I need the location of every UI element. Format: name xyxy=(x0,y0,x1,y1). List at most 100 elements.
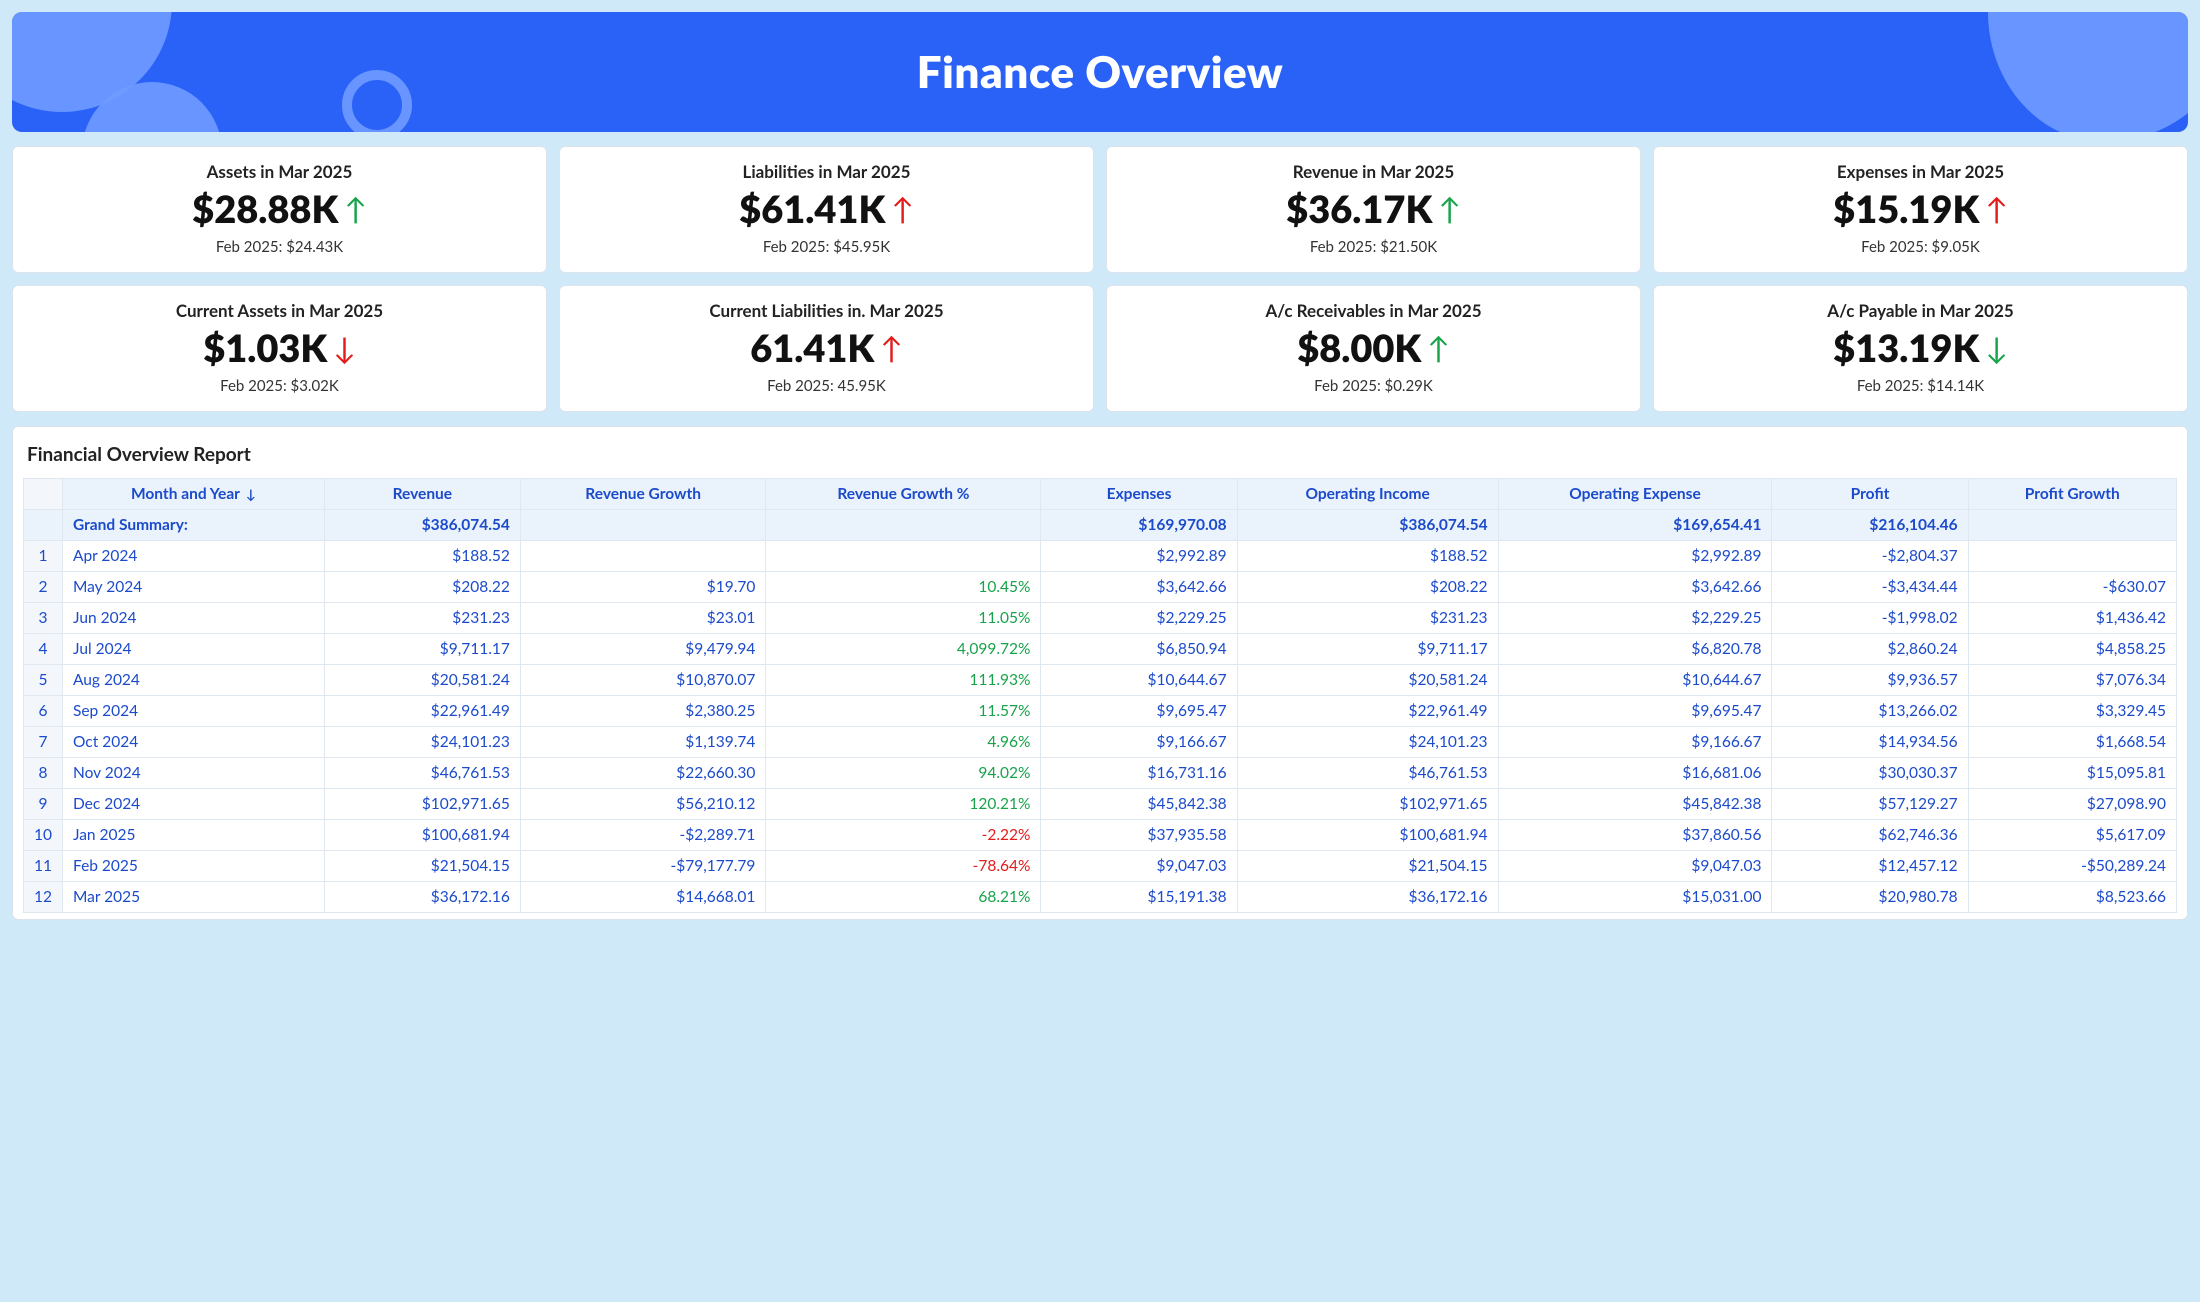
column-header[interactable]: Profit xyxy=(1772,479,1968,510)
kpi-card[interactable]: Current Liabilities in. Mar 202561.41K↑F… xyxy=(559,285,1094,412)
data-cell: $21,504.15 xyxy=(1237,851,1498,882)
table-row[interactable]: 4Jul 2024$9,711.17$9,479.944,099.72%$6,8… xyxy=(24,634,2177,665)
data-cell: $2,860.24 xyxy=(1772,634,1968,665)
kpi-card-label: Assets in Mar 2025 xyxy=(23,161,536,182)
row-number-cell xyxy=(24,510,63,541)
column-header[interactable]: Revenue Growth % xyxy=(766,479,1041,510)
data-cell: $3,329.45 xyxy=(1968,696,2176,727)
column-header-label: Profit Growth xyxy=(2025,485,2120,503)
kpi-card-prev: Feb 2025: $21.50K xyxy=(1117,238,1630,256)
data-cell xyxy=(520,541,765,572)
column-header[interactable]: Revenue xyxy=(324,479,520,510)
data-cell: $102,971.65 xyxy=(324,789,520,820)
data-cell: $9,711.17 xyxy=(324,634,520,665)
column-header[interactable]: Expenses xyxy=(1041,479,1237,510)
summary-cell xyxy=(520,510,765,541)
data-cell: $8,523.66 xyxy=(1968,882,2176,913)
table-row[interactable]: 3Jun 2024$231.23$23.0111.05%$2,229.25$23… xyxy=(24,603,2177,634)
page-title: Finance Overview xyxy=(917,46,1284,98)
kpi-card[interactable]: Current Assets in Mar 2025$1.03K↓Feb 202… xyxy=(12,285,547,412)
data-cell: $15,031.00 xyxy=(1498,882,1772,913)
kpi-card[interactable]: A/c Payable in Mar 2025$13.19K↓Feb 2025:… xyxy=(1653,285,2188,412)
column-header[interactable]: Month and Year↓ xyxy=(62,479,324,510)
data-cell: $21,504.15 xyxy=(324,851,520,882)
arrow-down-icon: ↓ xyxy=(1985,333,2008,363)
kpi-card-prev: Feb 2025: $24.43K xyxy=(23,238,536,256)
data-cell: $9,695.47 xyxy=(1498,696,1772,727)
column-header[interactable]: Operating Income xyxy=(1237,479,1498,510)
data-cell: $1,436.42 xyxy=(1968,603,2176,634)
report-table-scroll[interactable]: Month and Year↓Revenue Revenue Growth Reve… xyxy=(23,478,2177,913)
data-cell: $14,934.56 xyxy=(1772,727,1968,758)
table-row[interactable]: 11Feb 2025$21,504.15-$79,177.79-78.64%$9… xyxy=(24,851,2177,882)
kpi-card[interactable]: Revenue in Mar 2025$36.17K↑Feb 2025: $21… xyxy=(1106,146,1641,273)
kpi-card-prev: Feb 2025: 45.95K xyxy=(570,377,1083,395)
column-header[interactable]: Operating Expense xyxy=(1498,479,1772,510)
data-cell: $15,095.81 xyxy=(1968,758,2176,789)
data-cell: $23.01 xyxy=(520,603,765,634)
data-cell: $10,644.67 xyxy=(1041,665,1237,696)
data-cell: $57,129.27 xyxy=(1772,789,1968,820)
table-row[interactable]: 5Aug 2024$20,581.24$10,870.07111.93%$10,… xyxy=(24,665,2177,696)
row-number-cell: 10 xyxy=(24,820,63,851)
data-cell: $20,581.24 xyxy=(324,665,520,696)
data-cell: $2,229.25 xyxy=(1498,603,1772,634)
table-row[interactable]: 1Apr 2024$188.52$2,992.89$188.52$2,992.8… xyxy=(24,541,2177,572)
data-cell: $20,980.78 xyxy=(1772,882,1968,913)
data-cell: $10,644.67 xyxy=(1498,665,1772,696)
kpi-card-value: $36.17K↑ xyxy=(1286,190,1461,228)
column-header[interactable]: Profit Growth xyxy=(1968,479,2176,510)
kpi-card[interactable]: Assets in Mar 2025 $28.88K↑ Feb 2025: $24.… xyxy=(12,146,547,273)
table-row[interactable]: 2May 2024$208.22$19.7010.45%$3,642.66$20… xyxy=(24,572,2177,603)
column-header[interactable]: Revenue Growth xyxy=(520,479,765,510)
data-cell: $102,971.65 xyxy=(1237,789,1498,820)
month-cell: May 2024 xyxy=(62,572,324,603)
data-cell: -$1,998.02 xyxy=(1772,603,1968,634)
kpi-card-label: Liabilities in Mar 2025 xyxy=(570,161,1083,182)
kpi-card-label: A/c Receivables in Mar 2025 xyxy=(1117,300,1630,321)
data-cell: $24,101.23 xyxy=(324,727,520,758)
kpi-card[interactable]: Liabilities in Mar 2025$61.41K↑Feb 2025:… xyxy=(559,146,1094,273)
month-cell: Sep 2024 xyxy=(62,696,324,727)
arrow-up-icon: ↑ xyxy=(1427,333,1450,363)
kpi-card-label: Expenses in Mar 2025 xyxy=(1664,161,2177,182)
data-cell: 68.21% xyxy=(766,882,1041,913)
decorative-ring xyxy=(342,70,412,132)
table-row[interactable]: 9Dec 2024$102,971.65$56,210.12120.21%$45… xyxy=(24,789,2177,820)
data-cell: $16,681.06 xyxy=(1498,758,1772,789)
data-cell: $36,172.16 xyxy=(324,882,520,913)
row-number-header xyxy=(24,479,63,510)
data-cell: $46,761.53 xyxy=(1237,758,1498,789)
data-cell: $9,047.03 xyxy=(1498,851,1772,882)
data-cell: $2,992.89 xyxy=(1041,541,1237,572)
table-row[interactable]: 6Sep 2024$22,961.49$2,380.2511.57%$9,695… xyxy=(24,696,2177,727)
row-number-cell: 12 xyxy=(24,882,63,913)
data-cell: 11.57% xyxy=(766,696,1041,727)
data-cell: $1,668.54 xyxy=(1968,727,2176,758)
data-cell: $10,870.07 xyxy=(520,665,765,696)
month-cell: Mar 2025 xyxy=(62,882,324,913)
kpi-card-prev: Feb 2025: $9.05K xyxy=(1664,238,2177,256)
column-header-label: Revenue Growth xyxy=(585,485,701,503)
table-row[interactable]: 12Mar 2025$36,172.16$14,668.0168.21% $15,… xyxy=(24,882,2177,913)
data-cell: $231.23 xyxy=(324,603,520,634)
data-cell: $37,935.58 xyxy=(1041,820,1237,851)
kpi-card[interactable]: Expenses in Mar 2025$15.19K↑Feb 2025: $9… xyxy=(1653,146,2188,273)
summary-label-cell: Grand Summary: xyxy=(62,510,324,541)
table-row[interactable]: 7Oct 2024$24,101.23$1,139.744.96%$9,166.… xyxy=(24,727,2177,758)
month-cell: Apr 2024 xyxy=(62,541,324,572)
kpi-card-number: $28.88K xyxy=(192,190,338,228)
kpi-card-number: $61.41K xyxy=(739,190,885,228)
arrow-up-icon: ↑ xyxy=(344,194,367,224)
data-cell: 10.45% xyxy=(766,572,1041,603)
column-header-label: Operating Income xyxy=(1305,485,1429,503)
kpi-card-number: $15.19K xyxy=(1833,190,1979,228)
table-row[interactable]: 10Jan 2025$100,681.94-$2,289.71-2.22%$37… xyxy=(24,820,2177,851)
data-cell: $3,642.66 xyxy=(1041,572,1237,603)
data-cell: $14,668.01 xyxy=(520,882,765,913)
kpi-card[interactable]: A/c Receivables in Mar 2025$8.00K↑Feb 20… xyxy=(1106,285,1641,412)
month-cell: Oct 2024 xyxy=(62,727,324,758)
sort-indicator-icon: ↓ xyxy=(246,486,256,502)
table-row[interactable]: 8Nov 2024$46,761.53$22,660.3094.02%$16,7… xyxy=(24,758,2177,789)
month-cell: Jul 2024 xyxy=(62,634,324,665)
